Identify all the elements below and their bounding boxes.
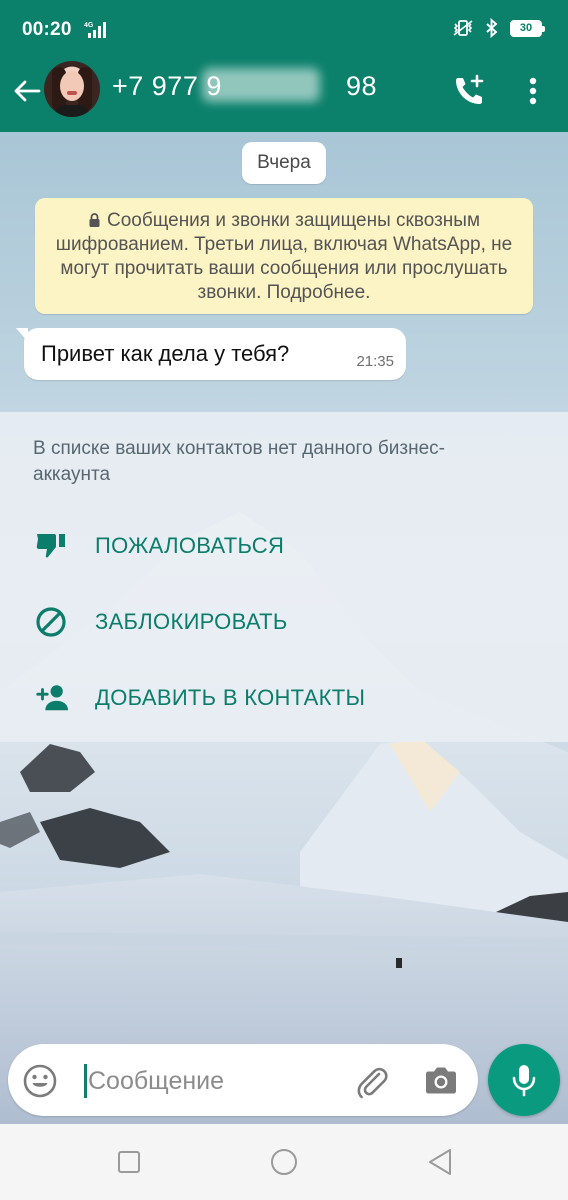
status-time: 00:20 <box>22 19 72 40</box>
block-icon <box>34 605 68 639</box>
person-add-icon <box>34 681 68 715</box>
emoji-icon[interactable] <box>22 1063 58 1099</box>
call-add-icon <box>456 74 484 104</box>
message-text: Привет как дела у тебя? <box>41 341 290 366</box>
status-icons: 30 <box>452 18 545 38</box>
block-label: ЗАБЛОКИРОВАТЬ <box>95 609 288 634</box>
lock-icon <box>89 213 100 227</box>
recent-apps-icon[interactable] <box>113 1146 145 1178</box>
encryption-notice-text: Сообщения и звонки защищены сквозным шиф… <box>55 210 513 303</box>
message-time: 21:35 <box>356 353 394 370</box>
more-options-button[interactable] <box>516 70 550 112</box>
message-input[interactable] <box>88 1059 328 1103</box>
back-arrow-icon <box>14 80 41 102</box>
voice-message-button[interactable] <box>488 1044 560 1116</box>
unknown-contact-notice: В списке ваших контактов нет данного биз… <box>33 438 445 485</box>
block-button[interactable]: ЗАБЛОКИРОВАТЬ <box>0 590 568 654</box>
attach-icon[interactable] <box>352 1062 390 1100</box>
add-contact-button[interactable]: ДОБАВИТЬ В КОНТАКТЫ <box>0 666 568 730</box>
report-label: ПОЖАЛОВАТЬСЯ <box>95 533 285 558</box>
add-contact-label: ДОБАВИТЬ В КОНТАКТЫ <box>95 685 366 710</box>
incoming-message[interactable]: Привет как дела у тебя? 21:35 <box>16 328 406 380</box>
nav-back-icon[interactable] <box>424 1146 456 1178</box>
back-button[interactable] <box>10 74 44 108</box>
date-chip: Вчера <box>242 142 326 184</box>
redacted-number-blur <box>202 68 320 102</box>
battery-indicator: 30 <box>510 19 545 37</box>
signal-icon: 4G <box>84 22 106 38</box>
more-vert-icon <box>529 77 537 105</box>
bluetooth-icon <box>486 18 498 38</box>
home-icon[interactable] <box>268 1146 300 1178</box>
status-bar: 00:20 4G 30 <box>0 0 568 58</box>
encryption-notice[interactable]: Сообщения и звонки защищены сквозным шиф… <box>35 198 533 314</box>
message-composer <box>8 1044 478 1116</box>
vibrate-icon <box>453 20 473 36</box>
add-call-button[interactable] <box>448 70 490 112</box>
unknown-contact-panel: В списке ваших контактов нет данного биз… <box>0 412 568 742</box>
chat-header: +7 977 9 98 <box>0 58 568 132</box>
camera-icon[interactable] <box>422 1062 460 1100</box>
avatar[interactable] <box>44 61 100 117</box>
text-caret <box>84 1064 87 1098</box>
network-label: 4G <box>84 22 94 29</box>
system-navigation-bar <box>0 1124 568 1200</box>
thumb-down-icon <box>34 529 68 563</box>
report-button[interactable]: ПОЖАЛОВАТЬСЯ <box>0 514 568 578</box>
microphone-icon <box>512 1065 536 1097</box>
